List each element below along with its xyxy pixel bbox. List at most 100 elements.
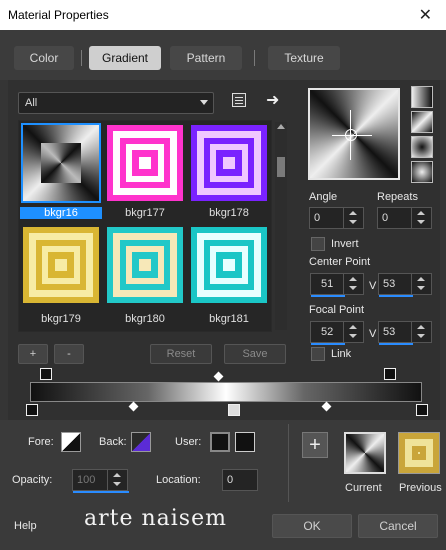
tab-color[interactable]: Color (14, 46, 74, 70)
arrow-right-icon[interactable]: ➜ (266, 90, 279, 110)
repeats-label: Repeats (377, 191, 418, 203)
thumbnail-bkgr177[interactable] (107, 125, 183, 201)
save-button[interactable]: Save (224, 344, 286, 364)
close-icon[interactable]: ✕ (419, 5, 432, 25)
location-label: Location: (156, 474, 201, 486)
opacity-stepper[interactable]: 100 (72, 469, 129, 493)
gradient-preview[interactable] (308, 88, 400, 180)
thumbnail-bkgr180[interactable] (107, 227, 183, 303)
focal-point-handle[interactable] (345, 129, 357, 141)
thumbnail-label: bkgr181 (209, 313, 249, 325)
fore-swatch[interactable] (61, 432, 81, 452)
ok-button[interactable]: OK (272, 514, 352, 538)
center-h-bar (311, 295, 345, 297)
user-swatch-2[interactable] (235, 432, 255, 452)
tab-bar: Color Gradient Pattern Texture (0, 30, 446, 80)
thumbnail-bkgr16[interactable] (21, 123, 101, 203)
fore-label: Fore: (28, 436, 54, 448)
opacity-bar (73, 491, 129, 493)
invert-checkbox[interactable] (311, 237, 325, 251)
watermark-text: arte naisem (84, 506, 227, 531)
focal-h-value: 52 (321, 326, 334, 338)
center-v-label: V (369, 280, 377, 292)
sunburst-style-button[interactable] (411, 136, 433, 158)
tab-pattern[interactable]: Pattern (170, 46, 242, 70)
angle-label: Angle (309, 191, 338, 203)
grid-scrollbar[interactable] (275, 122, 287, 330)
current-label: Current (345, 482, 382, 494)
scroll-up-icon[interactable] (277, 124, 285, 129)
tab-gradient[interactable]: Gradient (89, 46, 161, 70)
color-stop-left[interactable] (26, 404, 38, 416)
center-v-spin-buttons[interactable] (411, 274, 431, 294)
current-swatch[interactable] (344, 432, 386, 474)
opacity-spin-buttons[interactable] (107, 470, 127, 490)
link-label: Link (331, 348, 352, 360)
thumbnail-label: bkgr177 (125, 207, 165, 219)
add-button[interactable]: + (18, 344, 48, 364)
back-swatch[interactable] (131, 432, 151, 452)
thumbnail-bkgr178[interactable] (191, 125, 267, 201)
rectangular-style-button[interactable] (411, 111, 433, 133)
repeats-stepper[interactable]: 0 (377, 207, 432, 229)
thumbnail-label: bkgr179 (41, 313, 81, 325)
top-left-opacity-stop[interactable] (40, 368, 52, 380)
thumbnail-label: bkgr178 (209, 207, 249, 219)
focal-h-bar (311, 343, 345, 345)
center-v-stepper[interactable]: 53 (378, 273, 432, 297)
category-dropdown[interactable]: All (18, 92, 214, 114)
center-h-stepper[interactable]: 51 (310, 273, 364, 297)
opacity-value: 100 (77, 474, 96, 486)
remove-button[interactable]: - (54, 344, 84, 364)
center-v-bar (379, 295, 413, 297)
reset-button[interactable]: Reset (150, 344, 212, 364)
location-value: 0 (227, 474, 234, 486)
tab-divider (81, 50, 82, 66)
focal-v-bar (379, 343, 413, 345)
scrollbar-thumb[interactable] (277, 157, 285, 177)
focal-h-spin-buttons[interactable] (343, 322, 363, 342)
user-label: User: (175, 436, 202, 448)
invert-label: Invert (331, 238, 359, 250)
thumbnail-label: bkgr16 (20, 207, 102, 219)
previous-label: Previous (399, 482, 442, 494)
linear-style-button[interactable] (411, 86, 433, 108)
top-right-opacity-stop[interactable] (384, 368, 396, 380)
tab-texture[interactable]: Texture (268, 46, 340, 70)
angle-spin-buttons[interactable] (343, 208, 363, 228)
resource-manager-icon[interactable] (232, 93, 246, 107)
category-value: All (25, 97, 38, 109)
help-link[interactable]: Help (14, 520, 37, 532)
thumbnail-bkgr181[interactable] (191, 227, 267, 303)
focal-point-label: Focal Point (309, 304, 365, 316)
angle-stepper[interactable]: 0 (309, 207, 364, 229)
thumbnail-label: bkgr180 (125, 313, 165, 325)
focal-v-spin-buttons[interactable] (411, 322, 431, 342)
angle-value: 0 (314, 212, 321, 224)
title-bar: Material Properties ✕ (0, 0, 446, 30)
back-label: Back: (99, 436, 127, 448)
user-swatch-1[interactable] (210, 432, 230, 452)
center-h-spin-buttons[interactable] (343, 274, 363, 294)
window-title: Material Properties (8, 8, 109, 22)
tab-divider (254, 50, 255, 66)
gradient-bar[interactable] (30, 382, 422, 402)
add-swatch-button[interactable]: + (302, 432, 328, 458)
cancel-button[interactable]: Cancel (358, 514, 438, 538)
link-checkbox[interactable] (311, 347, 325, 361)
color-stop-right[interactable] (416, 404, 428, 416)
location-field[interactable]: 0 (222, 469, 258, 491)
chevron-down-icon (200, 100, 208, 105)
focal-v-stepper[interactable]: 53 (378, 321, 432, 345)
color-stop-middle[interactable] (228, 404, 240, 416)
repeats-spin-buttons[interactable] (411, 208, 431, 228)
radial-style-button[interactable] (411, 161, 433, 183)
center-h-value: 51 (321, 278, 334, 290)
focal-h-stepper[interactable]: 52 (310, 321, 364, 345)
opacity-label: Opacity: (12, 474, 53, 486)
previous-swatch[interactable] (398, 432, 440, 474)
thumbnail-bkgr179[interactable] (23, 227, 99, 303)
center-point-label: Center Point (309, 256, 371, 268)
center-v-value: 53 (383, 278, 396, 290)
divider (288, 424, 289, 502)
